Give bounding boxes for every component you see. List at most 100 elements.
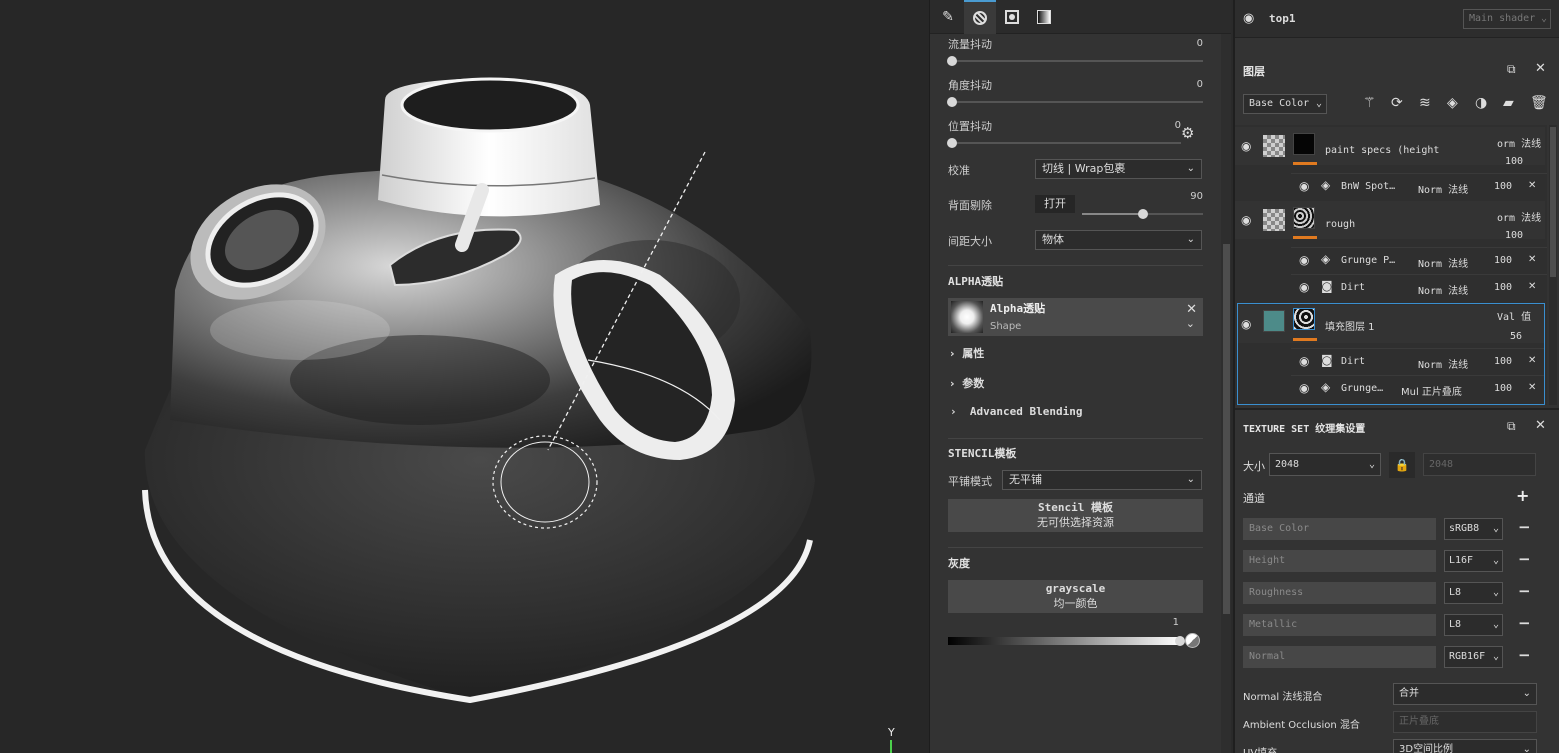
close-icon[interactable]: ✕ xyxy=(1186,302,1197,317)
slider-knob[interactable] xyxy=(947,138,957,148)
eye-icon[interactable]: ◉ xyxy=(1299,253,1309,267)
layer-opacity[interactable]: 100 xyxy=(1505,156,1523,167)
layer-item-selected[interactable]: ◉ 填充图层 1 Val 值 56 xyxy=(1238,305,1544,343)
layer-blend[interactable]: orm 法线 xyxy=(1497,209,1541,224)
layer-opacity[interactable]: 56 xyxy=(1510,331,1522,342)
refresh-icon[interactable]: ⟳ xyxy=(1391,95,1403,111)
layer-effect-item[interactable]: ◉ ◙ Dirt Norm 法线 100 ✕ xyxy=(1291,348,1544,374)
color-picker-icon[interactable] xyxy=(1185,633,1200,648)
group-params[interactable]: › 参数 xyxy=(950,375,984,391)
remove-channel-icon[interactable]: − xyxy=(1518,646,1531,664)
scrollbar-thumb[interactable] xyxy=(1223,244,1230,614)
effect-opacity[interactable]: 100 xyxy=(1494,383,1512,394)
effect-blend[interactable]: Norm 法线 xyxy=(1418,255,1468,270)
layer-item[interactable]: ◉ paint specs (height orm 法线 100 xyxy=(1235,127,1545,167)
trash-icon[interactable]: 🗑 xyxy=(1530,95,1548,111)
angle-jitter-slider[interactable] xyxy=(947,97,1203,107)
effect-blend[interactable]: Norm 法线 xyxy=(1418,356,1468,371)
maximize-icon[interactable]: ⧉ xyxy=(1507,62,1516,77)
slider-knob[interactable] xyxy=(1175,636,1185,646)
alpha-item[interactable]: Alpha透贴 Shape ✕ ⌄ xyxy=(948,298,1203,336)
effect-opacity[interactable]: 100 xyxy=(1494,255,1512,266)
flow-jitter-value[interactable]: 0 xyxy=(1197,38,1203,49)
channel-format-select[interactable]: L8 ⌄ xyxy=(1444,614,1503,636)
effect-opacity[interactable]: 100 xyxy=(1494,181,1512,192)
remove-channel-icon[interactable]: − xyxy=(1518,518,1531,536)
effect-opacity[interactable]: 100 xyxy=(1494,356,1512,367)
group-advanced-blending[interactable]: › Advanced Blending xyxy=(950,405,1082,418)
effect-opacity[interactable]: 100 xyxy=(1494,282,1512,293)
close-icon[interactable]: ✕ xyxy=(1528,355,1536,366)
angle-jitter-value[interactable]: 0 xyxy=(1197,79,1203,90)
tab-mask[interactable] xyxy=(996,0,1028,34)
size-select[interactable]: 2048 ⌄ xyxy=(1269,453,1381,476)
remove-channel-icon[interactable]: − xyxy=(1518,550,1531,568)
close-icon[interactable]: ✕ xyxy=(1528,180,1536,191)
channel-format-select[interactable]: L8 ⌄ xyxy=(1444,582,1503,604)
3d-viewport[interactable]: Y xyxy=(0,0,929,753)
backface-slider[interactable] xyxy=(1082,209,1203,219)
effect-blend[interactable]: Mul 正片叠底 xyxy=(1401,383,1462,398)
texture-set-name[interactable]: top1 xyxy=(1269,12,1296,25)
close-icon[interactable]: ✕ xyxy=(1528,382,1536,393)
slider-knob[interactable] xyxy=(947,97,957,107)
layer-opacity[interactable]: 100 xyxy=(1505,230,1523,241)
channel-select[interactable]: Base Color ⌄ xyxy=(1243,94,1327,114)
gray-slider[interactable] xyxy=(948,636,1185,646)
spacing-select[interactable]: 物体 ⌄ xyxy=(1035,230,1202,250)
magic-wand-icon[interactable]: ⚚ xyxy=(1363,95,1376,111)
shader-select[interactable]: Main shader ⌄ xyxy=(1463,9,1551,29)
settings-gear-icon[interactable]: ⚙ xyxy=(1181,124,1194,142)
mask-add-icon[interactable]: ◑ xyxy=(1475,95,1487,111)
uv-select[interactable]: 3D空间比例 ⌄ xyxy=(1393,739,1537,753)
tab-material[interactable] xyxy=(964,0,996,34)
lock-icon[interactable]: 🔒 xyxy=(1389,452,1415,478)
effect-blend[interactable]: Norm 法线 xyxy=(1418,282,1468,297)
eye-icon[interactable]: ◉ xyxy=(1241,213,1251,227)
eye-icon[interactable]: ◉ xyxy=(1243,11,1254,26)
calib-select[interactable]: 切线 | Wrap包裹 ⌄ xyxy=(1035,159,1202,179)
close-icon[interactable]: ✕ xyxy=(1535,61,1546,76)
grayscale-button[interactable]: grayscale 均一颜色 xyxy=(948,580,1203,613)
channel-format-select[interactable]: RGB16F ⌄ xyxy=(1444,646,1503,668)
eye-icon[interactable]: ◉ xyxy=(1299,354,1309,368)
backface-toggle[interactable]: 打开 xyxy=(1035,195,1075,213)
stencil-button[interactable]: Stencil 模板 无可供选择资源 xyxy=(948,499,1203,532)
layer-item[interactable]: ◉ rough orm 法线 100 xyxy=(1235,201,1545,241)
position-jitter-slider[interactable] xyxy=(947,138,1181,148)
close-icon[interactable]: ✕ xyxy=(1528,281,1536,292)
gray-value[interactable]: 1 xyxy=(1173,617,1179,628)
folder-add-icon[interactable]: ▰ xyxy=(1503,95,1514,111)
eye-icon[interactable]: ◉ xyxy=(1299,280,1309,294)
maximize-icon[interactable]: ⧉ xyxy=(1507,419,1516,434)
slider-knob[interactable] xyxy=(1138,209,1148,219)
tab-brush[interactable]: ✎ xyxy=(932,0,964,34)
add-channel-icon[interactable]: + xyxy=(1516,486,1529,505)
chevron-down-icon[interactable]: ⌄ xyxy=(1186,317,1195,330)
flow-jitter-slider[interactable] xyxy=(947,56,1203,66)
properties-scrollbar[interactable] xyxy=(1221,34,1231,753)
remove-channel-icon[interactable]: − xyxy=(1518,614,1531,632)
eye-icon[interactable]: ◉ xyxy=(1299,179,1309,193)
channel-format-select[interactable]: sRGB8 ⌄ xyxy=(1444,518,1503,540)
close-icon[interactable]: ✕ xyxy=(1528,254,1536,265)
effect-blend[interactable]: Norm 法线 xyxy=(1418,181,1468,196)
layer-blend[interactable]: Val 值 xyxy=(1497,308,1531,323)
layer-effect-item[interactable]: ◉ ◈ Grunge… Mul 正片叠底 100 ✕ xyxy=(1291,375,1544,401)
layer-effect-item[interactable]: ◉ ◈ Grunge P… Norm 法线 100 ✕ xyxy=(1291,247,1547,273)
slider-knob[interactable] xyxy=(947,56,957,66)
close-icon[interactable]: ✕ xyxy=(1535,418,1546,433)
eye-icon[interactable]: ◉ xyxy=(1299,381,1309,395)
group-properties[interactable]: › 属性 xyxy=(950,345,984,361)
eye-icon[interactable]: ◉ xyxy=(1241,139,1251,153)
remove-channel-icon[interactable]: − xyxy=(1518,582,1531,600)
layer-blend[interactable]: orm 法线 xyxy=(1497,135,1541,150)
backface-value[interactable]: 90 xyxy=(1190,191,1203,202)
tile-mode-select[interactable]: 无平铺 ⌄ xyxy=(1002,470,1202,490)
scrollbar-thumb[interactable] xyxy=(1550,127,1556,277)
eye-icon[interactable]: ◉ xyxy=(1241,317,1251,331)
layer-effect-item[interactable]: ◉ ◙ Dirt Norm 法线 100 ✕ xyxy=(1291,274,1547,300)
tab-gradient[interactable] xyxy=(1028,0,1060,34)
add-layer-icon[interactable]: ≋ xyxy=(1419,95,1431,111)
fill-bucket-icon[interactable]: ◈ xyxy=(1447,95,1458,111)
